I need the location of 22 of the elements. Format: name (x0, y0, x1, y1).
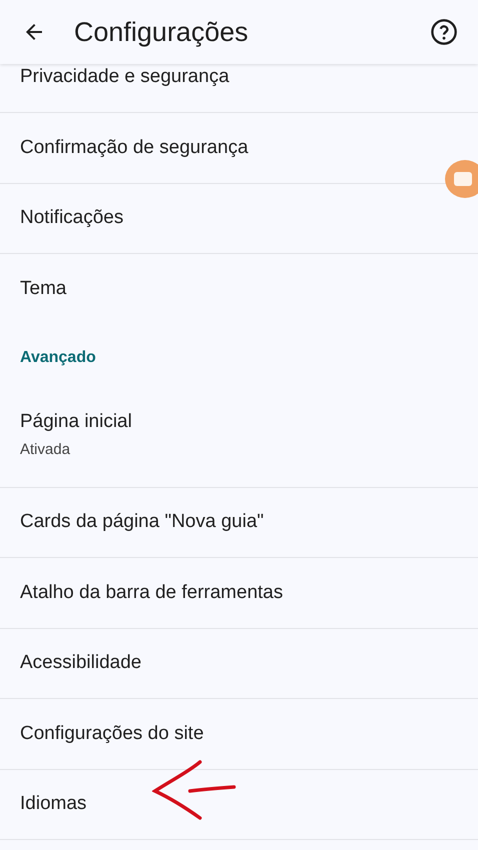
item-label: Atalho da barra de ferramentas (20, 582, 284, 604)
item-label: Idiomas (20, 793, 88, 816)
item-label: Notificações (20, 207, 124, 230)
item-label: Confirmação de segurança (20, 136, 250, 159)
settings-item[interactable]: Idiomas (0, 770, 478, 840)
item-label: Acessibilidade (20, 652, 142, 674)
item-label: Página inicial (20, 410, 133, 432)
settings-item[interactable]: Atalho da barra de ferramentas (0, 558, 478, 628)
settings-item[interactable]: Acessibilidade (0, 628, 478, 699)
settings-item[interactable]: Página inicial Ativada (0, 382, 478, 488)
settings-item[interactable]: Privacidade e segurança (0, 64, 478, 113)
item-label: Configurações do site (20, 722, 205, 745)
section-header: Avançado (19, 348, 97, 368)
item-label: Tema (20, 278, 68, 300)
item-label: Privacidade e segurança (20, 66, 230, 88)
item-label: Cards da página "Nova guia" (20, 511, 265, 534)
screen-title: Configurações (74, 16, 250, 48)
settings-item[interactable]: Configurações do site (0, 699, 478, 770)
settings-item[interactable]: Tema (0, 254, 478, 324)
settings-item[interactable]: Cards da página "Nova guia" (0, 488, 478, 558)
help-icon[interactable] (430, 18, 458, 46)
item-subtitle: Ativada (20, 440, 72, 458)
